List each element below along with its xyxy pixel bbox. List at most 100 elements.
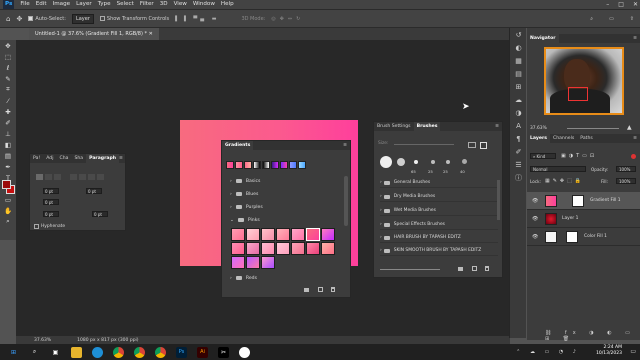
pink-gradient-swatch[interactable] (246, 256, 260, 269)
gradients-scrollbar[interactable] (344, 176, 348, 226)
new-group-icon[interactable] (458, 267, 463, 271)
navigator-zoom-slider[interactable] (567, 128, 619, 129)
auto-select-checkbox[interactable] (28, 16, 34, 21)
pink-gradient-swatch[interactable] (291, 242, 305, 255)
history-icon[interactable]: ↺ (510, 28, 527, 41)
adjustments-icon[interactable]: ◑ (510, 106, 527, 119)
hand-tool-icon[interactable]: ✋ (0, 205, 16, 216)
search-icon[interactable]: ⌕ (29, 347, 40, 358)
new-folder-icon[interactable] (304, 288, 309, 292)
tab-shapes[interactable]: Sha (71, 154, 86, 163)
illustrator-icon[interactable]: Ai (197, 346, 208, 358)
tab-channels[interactable]: Channels (550, 134, 577, 143)
menu-edit[interactable]: Edit (33, 0, 50, 9)
pink-gradient-swatch[interactable] (261, 242, 275, 255)
visibility-eye-icon[interactable]: 👁 (532, 216, 538, 222)
blend-mode-dropdown[interactable]: Normal (530, 166, 586, 172)
align-center-button[interactable] (45, 174, 52, 180)
brush-group-special-effects[interactable]: › Special Effects Brushes (380, 220, 498, 230)
pink-gradient-swatch[interactable] (261, 256, 275, 269)
recent-gradient-swatch[interactable] (244, 161, 252, 169)
first-line-indent-field[interactable]: 0 pt (43, 199, 59, 205)
panel-menu-icon[interactable]: ≡ (633, 136, 637, 141)
close-tab-icon[interactable]: ✕ (149, 31, 153, 37)
quick-select-tool-icon[interactable]: ✎ (0, 73, 16, 84)
patterns-icon[interactable]: ⊞ (510, 80, 527, 93)
justify-last-right-button[interactable] (88, 174, 95, 180)
zoom-in-icon[interactable]: ▲ (627, 124, 632, 131)
menu-file[interactable]: File (17, 0, 32, 9)
tray-icons[interactable]: ⌃ ☁ ▭ ◔ ♪ (516, 349, 580, 355)
gradient-folder-pinks[interactable]: ⌄ Pinks (230, 216, 340, 224)
crop-tool-icon[interactable]: ⌗ (0, 84, 16, 95)
lasso-tool-icon[interactable]: ℓ (0, 62, 16, 73)
space-before-field[interactable]: 0 pt (43, 211, 59, 217)
pink-gradient-swatch[interactable] (276, 228, 290, 241)
menu-3d[interactable]: 3D (157, 0, 171, 9)
brush-group-wet-media[interactable]: › Wet Media Brushes (380, 206, 498, 216)
justify-all-button[interactable] (97, 174, 104, 180)
move-tool-icon[interactable]: ✥ (16, 15, 22, 23)
swatches-icon[interactable]: ▦ (510, 54, 527, 67)
size-slider[interactable] (394, 144, 454, 145)
properties-icon[interactable]: ☰ (510, 158, 527, 171)
opacity-field[interactable]: 100% (616, 166, 636, 172)
layer-row-color-fill[interactable]: 👁 Color Fill 1 (527, 228, 640, 246)
view-box[interactable] (568, 87, 588, 101)
show-transform-checkbox[interactable] (99, 16, 105, 21)
pink-gradient-swatch[interactable] (231, 242, 245, 255)
justify-last-left-button[interactable] (70, 174, 77, 180)
marquee-tool-icon[interactable]: ⬚ (0, 51, 16, 62)
gradient-folder-basics[interactable]: › Basics (230, 177, 340, 185)
lock-icons[interactable]: ▦✎✥⬚🔒 (545, 178, 584, 184)
indent-right-field[interactable]: 0 pt (86, 188, 102, 194)
gradients-icon[interactable]: ▤ (510, 67, 527, 80)
chrome-icon[interactable] (155, 346, 166, 358)
layer-thumbnail[interactable] (545, 213, 557, 225)
tab-character[interactable]: Cha (57, 154, 72, 163)
pink-gradient-swatch[interactable] (231, 256, 245, 269)
move-tool-icon[interactable]: ✥ (0, 40, 16, 51)
recent-gradient-swatch[interactable] (226, 161, 234, 169)
pink-gradient-swatch[interactable] (231, 228, 245, 241)
new-brush-icon[interactable] (472, 266, 477, 271)
edge-icon[interactable] (92, 346, 103, 358)
recent-gradient-swatch[interactable] (235, 161, 243, 169)
windows-start-icon[interactable]: ⊞ (8, 347, 19, 358)
pink-gradient-swatch[interactable] (261, 228, 275, 241)
tab-layers[interactable]: Layers (527, 134, 550, 143)
brush-tool-icon[interactable]: ✐ (0, 117, 16, 128)
gradient-folder-reds[interactable]: › Reds (230, 274, 340, 282)
tab-pa[interactable]: Pa! (30, 154, 43, 163)
tab-paragraph[interactable]: Paragraph (86, 154, 120, 163)
pink-gradient-swatch[interactable] (246, 242, 260, 255)
menu-window[interactable]: Window (190, 0, 218, 9)
color-fill-thumbnail[interactable] (545, 231, 557, 243)
brush-group-general[interactable]: › General Brushes (380, 178, 498, 188)
chrome-icon[interactable] (134, 346, 145, 358)
search-icon[interactable]: ⌕ (590, 16, 593, 22)
pink-gradient-swatch[interactable] (321, 242, 335, 255)
gradient-tool-icon[interactable]: ▤ (0, 150, 16, 161)
task-view-icon[interactable]: ▣ (50, 347, 61, 358)
maximize-icon[interactable]: □ (618, 1, 624, 8)
navigator-zoom[interactable]: 37.63% (530, 126, 547, 131)
gradient-folder-purples[interactable]: › Purples (230, 203, 340, 211)
recent-gradient-swatch[interactable] (262, 161, 270, 169)
fill-field[interactable]: 100% (616, 178, 636, 184)
align-right-button[interactable] (54, 174, 61, 180)
menu-help[interactable]: Help (218, 0, 237, 9)
brush-tip-preview[interactable] (431, 160, 435, 164)
layer-row-layer-1[interactable]: 👁 Layer 1 (527, 210, 640, 228)
gradient-layer-thumbnail[interactable] (545, 195, 557, 207)
visibility-eye-icon[interactable]: 👁 (532, 234, 538, 240)
justify-last-center-button[interactable] (79, 174, 86, 180)
layer-name[interactable]: Gradient Fill 1 (590, 198, 621, 203)
layer-mask-thumbnail[interactable] (566, 231, 578, 243)
panel-menu-icon[interactable]: ≡ (633, 36, 637, 41)
tab-paths[interactable]: Paths (577, 134, 596, 143)
home-icon[interactable]: ⌂ (6, 15, 10, 23)
pink-gradient-swatch[interactable] (291, 228, 305, 241)
hyphenate-checkbox[interactable] (34, 224, 39, 229)
chrome-icon[interactable] (113, 346, 124, 358)
